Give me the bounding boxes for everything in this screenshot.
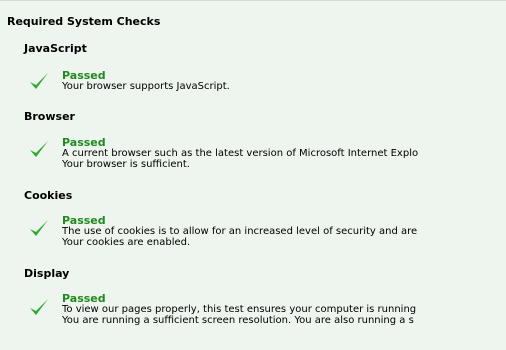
- browser-message-2: Your browser is sufficient.: [62, 159, 190, 170]
- javascript-result: Passed Your browser supports JavaScript.: [62, 70, 506, 92]
- browser-result: Passed A current browser such as the lat…: [62, 137, 506, 170]
- javascript-message: Your browser supports JavaScript.: [62, 81, 230, 92]
- javascript-heading: JavaScript: [24, 42, 87, 55]
- display-heading: Display: [24, 267, 70, 280]
- cookies-result: Passed The use of cookies is to allow fo…: [62, 215, 506, 248]
- cookies-status: Passed: [62, 215, 106, 227]
- checkmark-icon: [28, 297, 50, 317]
- cookies-message-1: The use of cookies is to allow for an in…: [62, 226, 418, 237]
- cookies-message-2: Your cookies are enabled.: [62, 237, 191, 248]
- checkmark-icon: [28, 139, 50, 159]
- panel-title: Required System Checks: [7, 15, 161, 28]
- browser-message-1: A current browser such as the latest ver…: [62, 148, 419, 159]
- checkmark-icon: [28, 218, 50, 238]
- display-message-1: To view our pages properly, this test en…: [62, 304, 417, 315]
- system-checks-panel: Required System Checks JavaScript Passed…: [0, 0, 506, 350]
- display-result: Passed To view our pages properly, this …: [62, 293, 506, 326]
- browser-status: Passed: [62, 137, 106, 149]
- cookies-heading: Cookies: [24, 189, 73, 202]
- javascript-status: Passed: [62, 70, 106, 82]
- browser-heading: Browser: [24, 110, 75, 123]
- display-status: Passed: [62, 293, 106, 305]
- display-message-2: You are running a sufficient screen reso…: [62, 315, 414, 326]
- checkmark-icon: [28, 71, 50, 91]
